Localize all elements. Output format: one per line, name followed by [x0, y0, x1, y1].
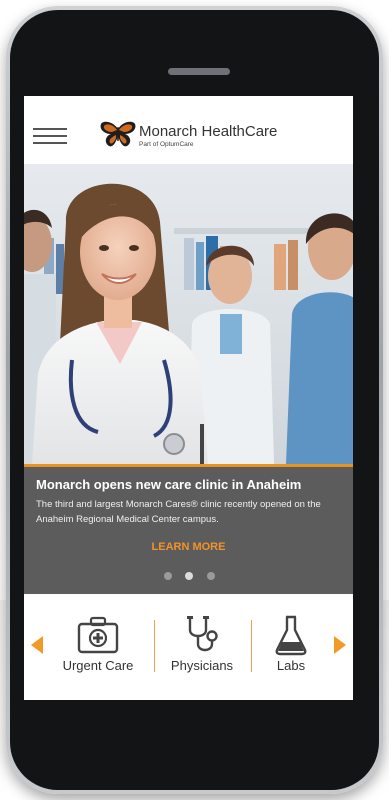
carousel-next-arrow-icon[interactable]: [334, 636, 346, 654]
quick-link-label: Labs: [276, 658, 306, 673]
stethoscope-icon: [187, 616, 218, 652]
phone-speaker: [168, 68, 230, 75]
carousel-dot-1[interactable]: [164, 572, 172, 580]
app-screen: Monarch HealthCare Part of OptumCare Mon…: [24, 96, 353, 700]
quick-links-bar: Urgent Care Physicians Labs: [24, 594, 353, 700]
news-carousel: Monarch opens new care clinic in Anaheim…: [24, 467, 353, 594]
carousel-dot-3[interactable]: [206, 572, 215, 580]
learn-more-link[interactable]: LEARN MORE: [24, 541, 353, 553]
hamburger-menu-icon[interactable]: [33, 128, 67, 144]
divider: [251, 620, 252, 672]
quick-link-urgent-care[interactable]: Urgent Care: [48, 612, 148, 682]
brand-subtitle: Part of OptumCare: [139, 141, 194, 148]
divider: [154, 620, 155, 672]
carousel-dots: [164, 567, 224, 585]
butterfly-logo-icon: [100, 121, 136, 147]
news-panel-bottom: [24, 586, 353, 594]
quick-link-physicians[interactable]: Physicians: [160, 612, 244, 682]
brand-name: Monarch HealthCare: [139, 123, 278, 140]
carousel-prev-arrow-icon[interactable]: [31, 636, 43, 654]
quick-link-labs[interactable]: Labs: [256, 612, 326, 682]
lab-flask-icon: [275, 615, 307, 656]
quick-link-label: Urgent Care: [62, 658, 134, 673]
news-body: The third and largest Monarch Cares® cli…: [36, 499, 321, 525]
carousel-dot-2[interactable]: [185, 572, 194, 580]
news-title: Monarch opens new care clinic in Anaheim: [36, 477, 302, 492]
app-header: Monarch HealthCare Part of OptumCare: [24, 96, 353, 164]
first-aid-kit-icon: [77, 616, 119, 654]
quick-link-label: Physicians: [170, 658, 234, 673]
hero-image: [24, 164, 353, 464]
hero-doctors-photo: [24, 164, 353, 464]
